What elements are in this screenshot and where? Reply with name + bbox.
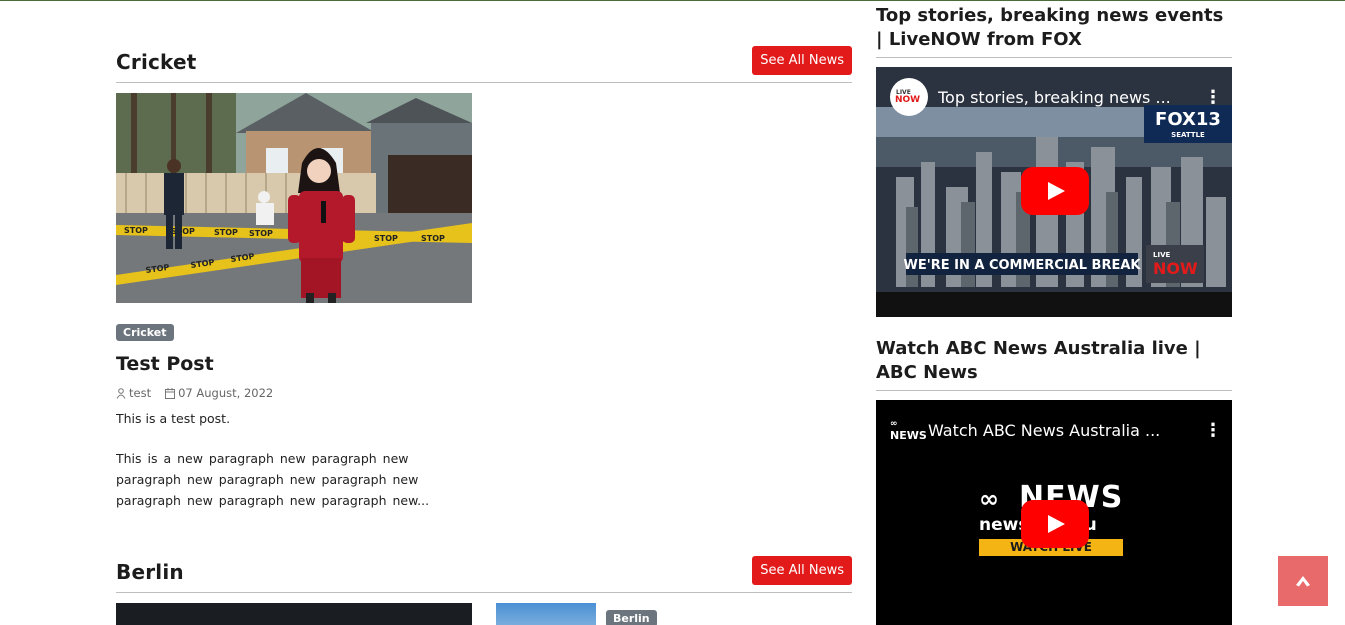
avatar-text: NEWS (890, 429, 927, 442)
player-title[interactable]: Top stories, breaking news ... (938, 88, 1204, 107)
video-heading: Watch ABC News Australia live | ABC News (876, 337, 1232, 391)
reporter-crime-scene-image: STOP STOP STOP STOP STOP STOP STOP STOP … (116, 93, 472, 303)
svg-text:SEATTLE: SEATTLE (1171, 131, 1205, 139)
avatar-text-bottom: NOW (895, 95, 921, 105)
svg-text:STOP: STOP (374, 234, 398, 243)
channel-avatar[interactable]: ∞ NEWS (890, 419, 928, 441)
arrow-up-icon (1296, 576, 1310, 587)
berlin-category-badge[interactable]: Berlin (606, 607, 657, 625)
section-title: Berlin (116, 560, 184, 584)
see-all-news-button[interactable]: See All News (752, 46, 852, 75)
berlin-side-thumbnail[interactable] (496, 603, 596, 625)
calendar-icon (165, 387, 176, 399)
youtube-embed-abc[interactable]: ∞ NEWS Watch ABC News Australia ... ⋮ ∞ N… (876, 400, 1232, 625)
post-body: This is a new paragraph new paragraph ne… (116, 451, 430, 508)
cricket-section: Cricket See All News STOP STOP STOP STOP… (116, 46, 852, 516)
svg-text:LIVE: LIVE (1153, 251, 1170, 259)
svg-text:STOP: STOP (421, 234, 445, 243)
category-badge-label: Cricket (116, 324, 174, 341)
svg-text:STOP: STOP (214, 228, 238, 237)
berlin-section: Berlin See All News Berlin (116, 556, 852, 625)
post-title[interactable]: Test Post (116, 353, 214, 375)
channel-avatar[interactable]: LIVE NOW (890, 78, 928, 116)
section-title: Cricket (116, 50, 197, 74)
sidebar-video-block-2: Watch ABC News Australia live | ABC News… (876, 337, 1232, 625)
svg-text:STOP: STOP (124, 226, 148, 235)
abc-logo-icon: ∞ (979, 485, 1000, 513)
category-badge[interactable]: Cricket (116, 321, 174, 341)
svg-text:STOP: STOP (249, 229, 273, 238)
svg-text:NOW: NOW (1153, 259, 1198, 278)
author-name: test (129, 386, 152, 400)
sidebar-video-block-1: Top stories, breaking news events | Live… (876, 4, 1232, 317)
youtube-play-icon[interactable] (1021, 500, 1089, 548)
date-text: 07 August, 2022 (178, 386, 274, 400)
top-divider (0, 0, 1345, 1)
video-heading: Top stories, breaking news events | Live… (876, 4, 1232, 58)
post-author: test (116, 386, 151, 400)
berlin-main-thumbnail[interactable] (116, 603, 472, 625)
post-thumbnail[interactable]: STOP STOP STOP STOP STOP STOP STOP STOP … (116, 93, 472, 303)
svg-text:STOP: STOP (171, 227, 195, 236)
post-meta: test 07 August, 2022 (116, 386, 273, 400)
user-icon (116, 387, 126, 399)
kebab-menu-icon[interactable]: ⋮ (1204, 420, 1222, 441)
post-excerpt: This is a test post. (116, 411, 231, 426)
svg-text:WE'RE IN A COMMERCIAL BREAK: WE'RE IN A COMMERCIAL BREAK (904, 258, 1142, 273)
section-header: Berlin See All News (116, 556, 852, 593)
player-top-bar: LIVE NOW Top stories, breaking news ... … (876, 67, 1232, 127)
kebab-menu-icon[interactable]: ⋮ (1204, 87, 1222, 108)
youtube-embed-livenow[interactable]: WE'RE IN A COMMERCIAL BREAK LIVE NOW FOX… (876, 67, 1232, 317)
category-badge-label: Berlin (606, 610, 657, 625)
youtube-play-icon[interactable] (1021, 167, 1089, 215)
player-title[interactable]: Watch ABC News Australia ... (928, 421, 1204, 440)
post-date: 07 August, 2022 (165, 386, 273, 400)
see-all-news-button[interactable]: See All News (752, 556, 852, 585)
player-top-bar: ∞ NEWS Watch ABC News Australia ... ⋮ (876, 400, 1232, 460)
back-to-top-button[interactable] (1278, 556, 1328, 606)
section-header: Cricket See All News (116, 46, 852, 83)
